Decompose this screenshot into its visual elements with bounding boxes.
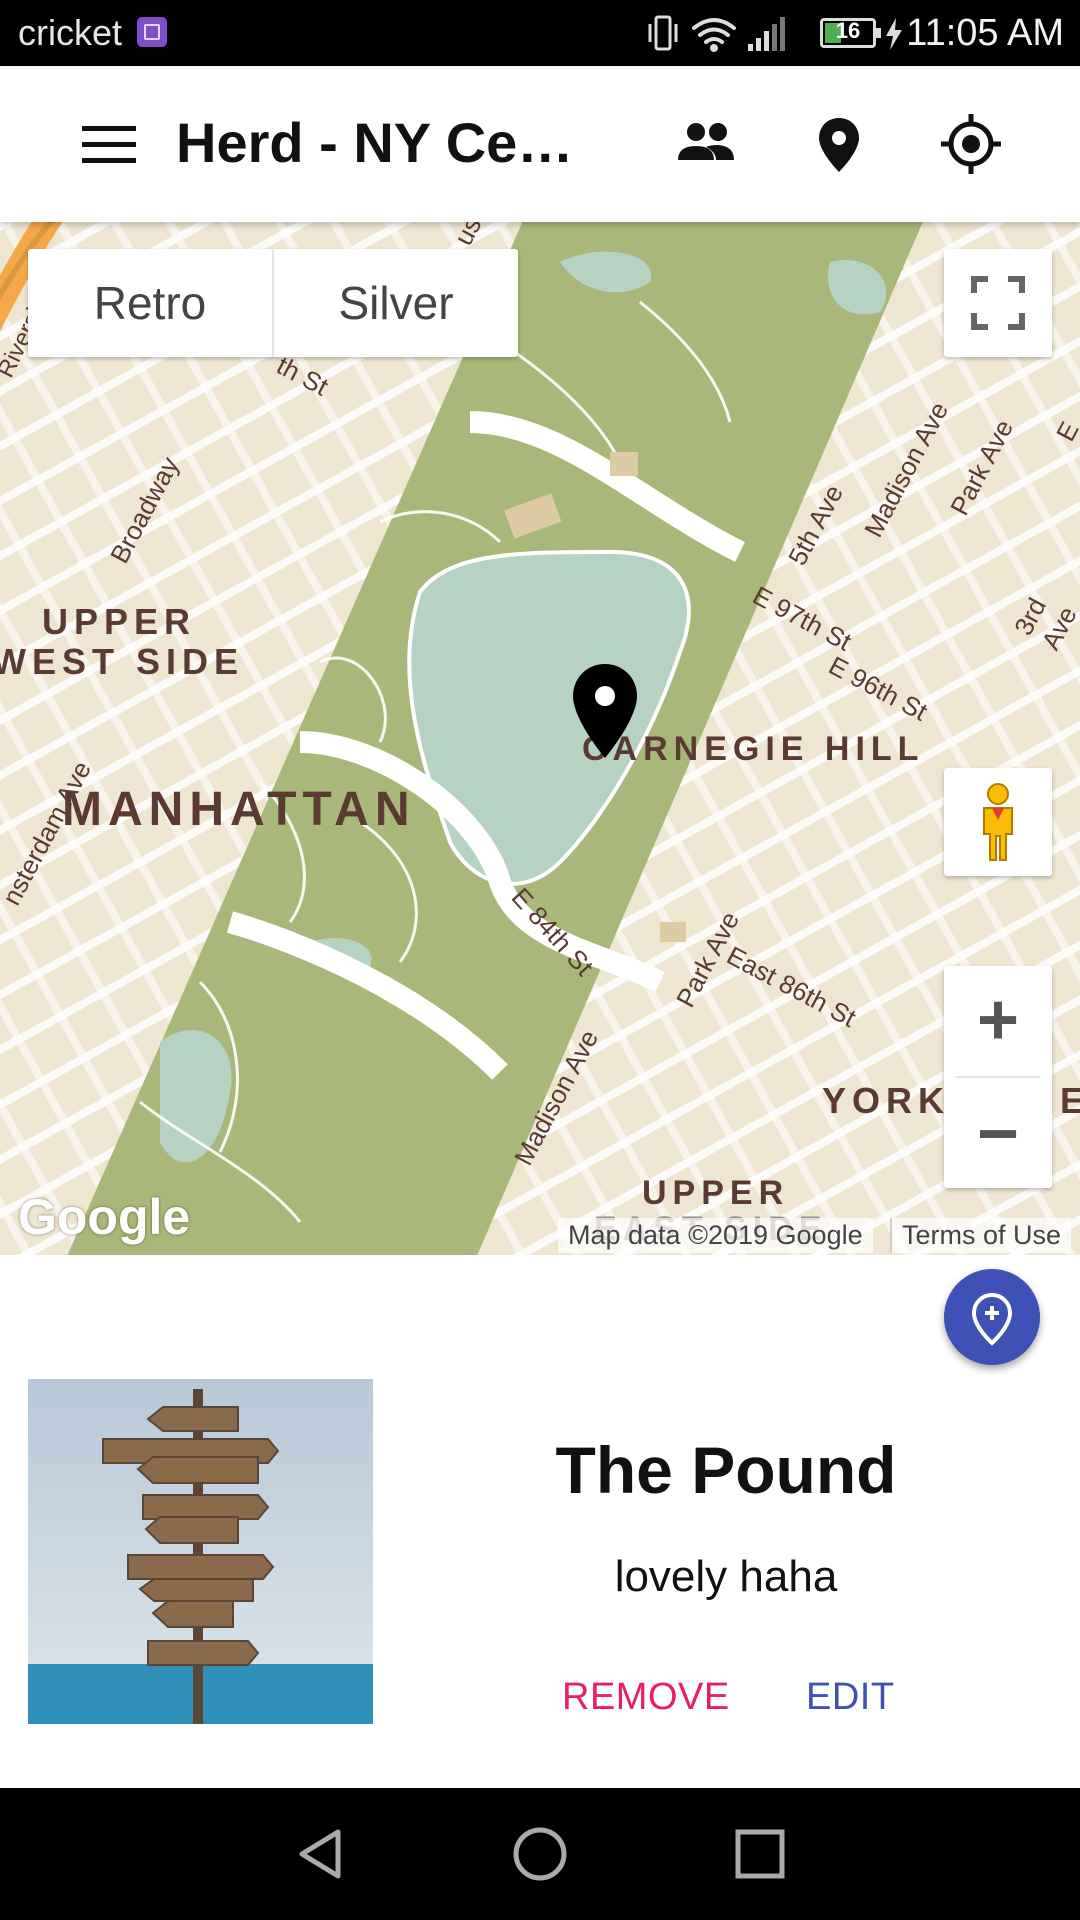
map-view[interactable]: UPPER WEST SIDE MANHATTAN CARNEGIE HILL … xyxy=(0,222,1080,1255)
fullscreen-button[interactable] xyxy=(944,249,1052,357)
page-title: Herd - NY Cent... xyxy=(176,111,606,174)
remove-button[interactable]: REMOVE xyxy=(562,1676,730,1719)
place-description: lovely haha xyxy=(614,1552,838,1601)
zoom-out-button[interactable]: − xyxy=(944,1080,1052,1188)
fullscreen-icon xyxy=(971,276,1025,330)
map-marker-icon[interactable] xyxy=(570,662,640,760)
status-bar: cricket 16 11:05 AM xyxy=(0,0,1080,66)
location-pin-icon[interactable] xyxy=(805,110,873,178)
home-icon[interactable] xyxy=(510,1824,570,1884)
map-type-silver[interactable]: Silver xyxy=(272,249,518,357)
place-photo xyxy=(28,1379,373,1724)
add-place-button[interactable] xyxy=(944,1269,1040,1365)
place-name: The Pound xyxy=(555,1433,897,1507)
edit-button[interactable]: EDIT xyxy=(806,1676,895,1719)
map-label-yorkville: YORK xyxy=(822,1080,951,1121)
recents-icon[interactable] xyxy=(730,1824,790,1884)
map-label-upper-west-side: UPPER WEST SIDE xyxy=(0,601,245,682)
gallery-notification-icon xyxy=(137,17,167,47)
google-logo: Google xyxy=(18,1189,191,1245)
map-label-manhattan: MANHATTAN xyxy=(62,783,416,836)
battery-level: 16 xyxy=(835,18,861,43)
map-data-attribution: Map data ©2019 Google xyxy=(558,1218,873,1253)
street-view-button[interactable] xyxy=(944,768,1052,876)
map-label-upper-east-side: UPPER xyxy=(642,1174,790,1212)
carrier-name: cricket xyxy=(18,12,123,53)
navigation-bar xyxy=(0,1788,1080,1920)
status-icons xyxy=(648,15,785,52)
add-location-icon xyxy=(971,1292,1013,1346)
back-icon[interactable] xyxy=(290,1824,350,1884)
wifi-icon xyxy=(692,18,736,52)
battery-icon: 16 xyxy=(820,18,881,48)
my-location-icon[interactable] xyxy=(937,110,1005,178)
signpost-image xyxy=(28,1379,373,1724)
pegman-icon xyxy=(983,783,1013,861)
menu-icon[interactable] xyxy=(82,124,136,164)
clock: 11:05 AM xyxy=(906,12,1064,54)
charging-icon xyxy=(886,18,902,50)
map-label-yorkville-e: E xyxy=(1060,1080,1080,1121)
people-icon[interactable] xyxy=(672,110,740,178)
signal-icon xyxy=(748,17,785,51)
terms-of-use-link[interactable]: Terms of Use xyxy=(890,1218,1072,1253)
map-type-selector: Retro Silver xyxy=(28,249,518,357)
zoom-in-button[interactable]: + xyxy=(944,966,1052,1074)
zoom-controls: + − xyxy=(944,966,1052,1188)
map-type-retro[interactable]: Retro xyxy=(28,249,272,357)
vibrate-icon xyxy=(648,15,678,51)
app-bar: Herd - NY Cent... xyxy=(0,66,1080,222)
